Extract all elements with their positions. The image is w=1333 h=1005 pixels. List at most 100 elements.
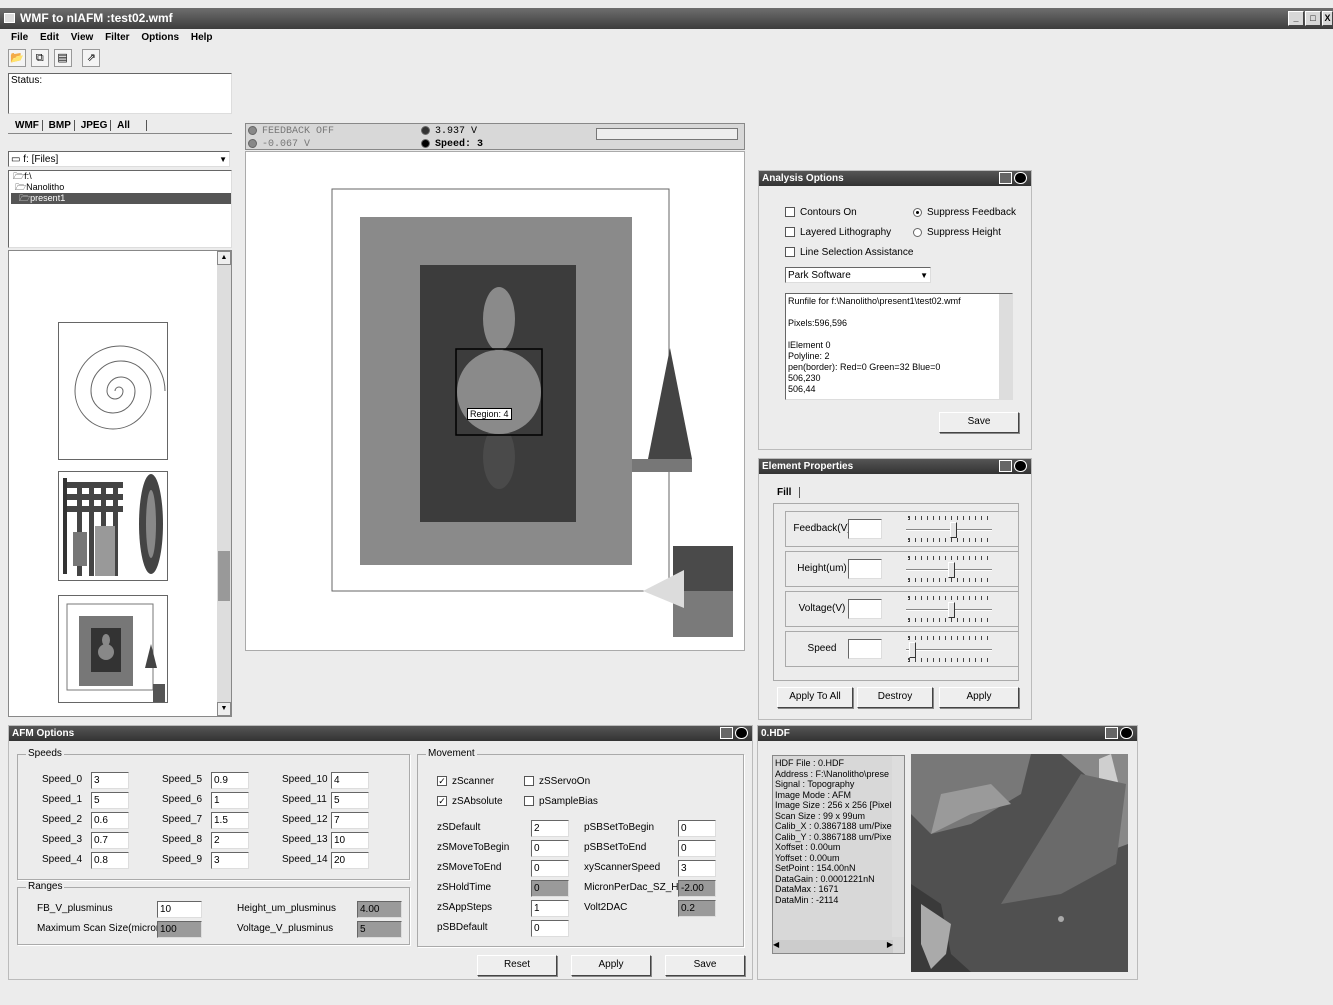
speed-input[interactable]: 0.7 [91, 832, 129, 849]
thumbnail-scrollbar[interactable]: ▲ ▼ [217, 251, 231, 716]
folder-item-selected[interactable]: 🗁present1 [11, 193, 231, 204]
tab-fill[interactable]: Fill [777, 487, 801, 498]
element-panel-title[interactable]: Element Properties [759, 459, 1031, 474]
tab-jpeg[interactable]: JPEG [77, 120, 112, 131]
suppress-height-radio[interactable]: Suppress Height [913, 227, 1001, 238]
speed-input[interactable]: 5 [331, 792, 369, 809]
analysis-save-button[interactable]: Save [939, 412, 1019, 433]
minimize-button[interactable]: _ [1288, 11, 1304, 26]
runfile-scrollbar[interactable] [999, 294, 1012, 399]
slider-thumb[interactable] [948, 562, 955, 578]
arrow-shape[interactable] [643, 570, 684, 608]
menu-filter[interactable]: Filter [105, 32, 129, 43]
property-slider[interactable] [906, 596, 994, 624]
hdf-panel-title[interactable]: 0.HDF [758, 726, 1137, 741]
copy-icon[interactable]: ⧉ [30, 49, 49, 67]
folder-item[interactable]: 🗁Nanolitho [11, 182, 231, 193]
analysis-panel-title[interactable]: Analysis Options [759, 171, 1031, 186]
thumbnail-pattern[interactable] [58, 471, 168, 581]
bar-shape[interactable] [632, 459, 692, 472]
suppress-feedback-radio[interactable]: Suppress Feedback [913, 207, 1016, 218]
thumbnail-list[interactable]: ▲ ▼ [8, 250, 232, 717]
speed-input[interactable]: 1 [211, 792, 249, 809]
window-titlebar[interactable]: WMF to nIAFM :test02.wmf _ □ X [0, 8, 1333, 29]
movement-input[interactable]: 1 [531, 900, 569, 917]
movement-input[interactable]: 2 [531, 820, 569, 837]
restore-icon[interactable] [999, 172, 1012, 184]
afm-reset-button[interactable]: Reset [477, 955, 557, 976]
movement-input[interactable]: 0 [531, 860, 569, 877]
menu-options[interactable]: Options [141, 32, 179, 43]
speed-input[interactable]: 0.8 [91, 852, 129, 869]
export-icon[interactable]: ⇗ [82, 49, 101, 67]
drawing-canvas[interactable]: Region: 4 [245, 151, 745, 651]
center-circle[interactable] [457, 350, 541, 434]
scroll-thumb[interactable] [218, 551, 230, 601]
apply-to-all-button[interactable]: Apply To All [777, 687, 853, 708]
speed-input[interactable]: 20 [331, 852, 369, 869]
restore-icon[interactable] [999, 460, 1012, 472]
menu-help[interactable]: Help [191, 32, 213, 43]
restore-icon[interactable] [720, 727, 733, 739]
fb-input[interactable]: 10 [157, 901, 202, 918]
speed-input[interactable]: 3 [211, 852, 249, 869]
movement-input[interactable]: 0.2 [678, 900, 716, 917]
property-input[interactable] [848, 599, 882, 619]
speed-input[interactable]: 7 [331, 812, 369, 829]
hdf-info-box[interactable]: HDF File : 0.HDF Address : F:\Nanolitho\p… [772, 755, 905, 954]
voltage-input[interactable]: 5 [357, 921, 402, 938]
hdf-hscroll[interactable]: ◀ ▶ [773, 940, 893, 953]
tab-all[interactable]: All [114, 120, 147, 131]
close-button[interactable]: X [1322, 11, 1333, 26]
menu-file[interactable]: File [11, 32, 28, 43]
app-icon[interactable] [4, 13, 15, 23]
property-input[interactable] [848, 559, 882, 579]
property-input[interactable] [848, 519, 882, 539]
close-panel-icon[interactable] [1014, 172, 1027, 184]
movement-input[interactable]: 0 [678, 820, 716, 837]
speed-input[interactable]: 1.5 [211, 812, 249, 829]
open-icon[interactable]: 📂 [8, 49, 26, 67]
runfile-textarea[interactable]: Runfile for f:\Nanolitho\present1\test02… [785, 293, 1013, 400]
element-apply-button[interactable]: Apply [939, 687, 1019, 708]
zscanner-checkbox[interactable]: ✓ zScanner [437, 776, 494, 787]
menu-edit[interactable]: Edit [40, 32, 59, 43]
afm-apply-button[interactable]: Apply [571, 955, 651, 976]
restore-icon[interactable] [1105, 727, 1118, 739]
close-panel-icon[interactable] [735, 727, 748, 739]
zservo-checkbox[interactable]: zSServoOn [524, 776, 590, 787]
movement-input[interactable]: 0 [678, 840, 716, 857]
speed-input[interactable]: 0.9 [211, 772, 249, 789]
slider-thumb[interactable] [948, 602, 955, 618]
maximize-button[interactable]: □ [1305, 11, 1321, 26]
close-panel-icon[interactable] [1120, 727, 1133, 739]
layered-litho-checkbox[interactable]: Layered Lithography [785, 227, 891, 238]
speed-input[interactable]: 5 [91, 792, 129, 809]
movement-input[interactable]: -2.00 [678, 880, 716, 897]
thumbnail-current[interactable] [58, 595, 168, 703]
line-selection-checkbox[interactable]: Line Selection Assistance [785, 247, 913, 258]
tab-bmp[interactable]: BMP [45, 120, 75, 131]
destroy-button[interactable]: Destroy [857, 687, 933, 708]
slider-thumb[interactable] [950, 522, 957, 538]
paste-icon[interactable]: ▤ [53, 49, 72, 67]
speed-input[interactable]: 10 [331, 832, 369, 849]
scroll-up-icon[interactable]: ▲ [217, 251, 231, 265]
speed-input[interactable]: 2 [211, 832, 249, 849]
close-panel-icon[interactable] [1014, 460, 1027, 472]
hdf-vscroll[interactable] [892, 756, 904, 937]
thumbnail-spiral[interactable] [58, 322, 168, 460]
movement-input[interactable]: 3 [678, 860, 716, 877]
zabsolute-checkbox[interactable]: ✓ zSAbsolute [437, 796, 503, 807]
movement-input[interactable]: 0 [531, 920, 569, 937]
folder-item[interactable]: 🗁f:\ [11, 171, 231, 182]
drive-select[interactable]: ▭ f: [Files] ▼ [8, 151, 230, 167]
top-ellipse[interactable] [483, 287, 515, 351]
speed-input[interactable]: 0.6 [91, 812, 129, 829]
property-slider[interactable] [906, 516, 994, 544]
speed-input[interactable]: 3 [91, 772, 129, 789]
afm-panel-title[interactable]: AFM Options [9, 726, 752, 741]
property-slider[interactable] [906, 636, 994, 664]
maxscan-input[interactable]: 100 [157, 921, 202, 938]
slider-thumb[interactable] [909, 642, 916, 658]
